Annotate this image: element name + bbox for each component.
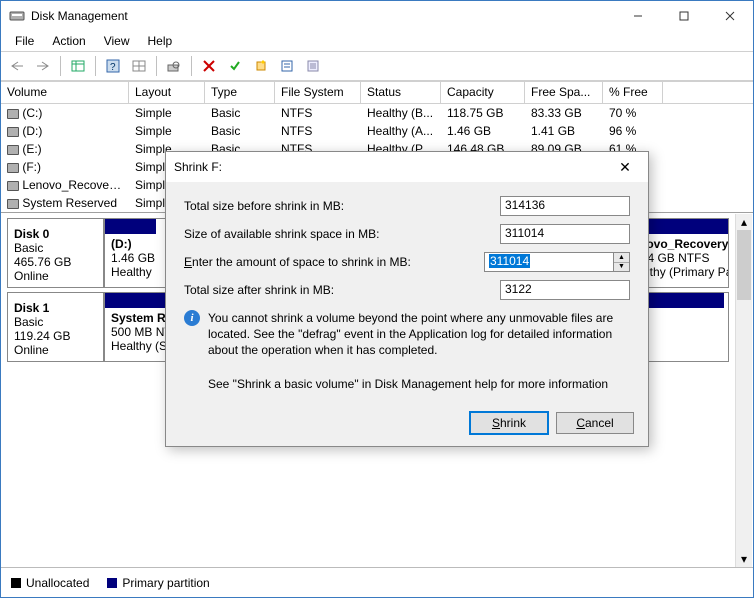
label-enter-amount: Enter the amount of space to shrink in M… [184, 255, 484, 269]
col-pct[interactable]: % Free [603, 82, 663, 103]
menu-help[interactable]: Help [140, 32, 181, 50]
scan-icon[interactable] [162, 54, 186, 78]
label-available: Size of available shrink space in MB: [184, 227, 500, 241]
col-fs[interactable]: File System [275, 82, 361, 103]
svg-text:?: ? [110, 62, 116, 73]
dialog-close-button[interactable]: ✕ [610, 159, 640, 176]
info-text: You cannot shrink a volume beyond the po… [208, 310, 630, 359]
back-button[interactable] [5, 54, 29, 78]
spinner-up-icon[interactable]: ▲ [614, 253, 629, 263]
legend-unallocated: Unallocated [11, 576, 89, 590]
scroll-up-icon[interactable]: ▴ [736, 214, 752, 230]
menu-action[interactable]: Action [44, 32, 93, 50]
dialog-title: Shrink F: [174, 160, 610, 174]
label-total-after: Total size after shrink in MB: [184, 283, 500, 297]
grid-header: Volume Layout Type File System Status Ca… [1, 82, 753, 104]
table-row[interactable]: (D:)SimpleBasicNTFSHealthy (A...1.46 GB1… [1, 122, 753, 140]
shrink-dialog: Shrink F: ✕ Total size before shrink in … [165, 151, 649, 447]
legend: Unallocated Primary partition [1, 567, 753, 597]
toolbar: ? [1, 51, 753, 81]
help-text: See "Shrink a basic volume" in Disk Mana… [208, 377, 630, 391]
scrollbar[interactable]: ▴ ▾ [735, 214, 752, 567]
list-icon[interactable] [301, 54, 325, 78]
menu-view[interactable]: View [96, 32, 138, 50]
properties-icon[interactable] [275, 54, 299, 78]
col-layout[interactable]: Layout [129, 82, 205, 103]
label-total-before: Total size before shrink in MB: [184, 199, 500, 213]
help-icon[interactable]: ? [101, 54, 125, 78]
main-window: Disk Management File Action View Help ? [0, 0, 754, 598]
new-icon[interactable] [249, 54, 273, 78]
menu-file[interactable]: File [7, 32, 42, 50]
dialog-titlebar[interactable]: Shrink F: ✕ [166, 152, 648, 182]
grid-icon[interactable] [127, 54, 151, 78]
col-free[interactable]: Free Spa... [525, 82, 603, 103]
app-icon [9, 8, 25, 24]
close-button[interactable] [707, 1, 753, 31]
spinner-down-icon[interactable]: ▼ [614, 263, 629, 272]
table-row[interactable]: (C:)SimpleBasicNTFSHealthy (B...118.75 G… [1, 104, 753, 122]
legend-primary: Primary partition [107, 576, 209, 590]
shrink-button[interactable]: Shrink [470, 412, 548, 434]
disk-label[interactable]: Disk 0Basic465.76 GBOnline [8, 219, 104, 287]
check-icon[interactable] [223, 54, 247, 78]
table-view-icon[interactable] [66, 54, 90, 78]
scroll-thumb[interactable] [737, 230, 751, 300]
info-icon: i [184, 310, 200, 326]
input-shrink-amount[interactable]: 311014 [484, 252, 614, 272]
window-title: Disk Management [31, 9, 615, 23]
value-total-before: 314136 [500, 196, 630, 216]
delete-icon[interactable] [197, 54, 221, 78]
spinner-shrink-amount[interactable]: ▲▼ [614, 252, 630, 272]
menubar: File Action View Help [1, 31, 753, 51]
col-volume[interactable]: Volume [1, 82, 129, 103]
disk-label[interactable]: Disk 1Basic119.24 GBOnline [8, 293, 104, 361]
disk-partition[interactable]: (D:)1.46 GBHealthy [104, 219, 156, 287]
titlebar[interactable]: Disk Management [1, 1, 753, 31]
value-total-after: 3122 [500, 280, 630, 300]
col-capacity[interactable]: Capacity [441, 82, 525, 103]
col-status[interactable]: Status [361, 82, 441, 103]
scroll-down-icon[interactable]: ▾ [736, 551, 752, 567]
maximize-button[interactable] [661, 1, 707, 31]
forward-button[interactable] [31, 54, 55, 78]
minimize-button[interactable] [615, 1, 661, 31]
cancel-button[interactable]: Cancel [556, 412, 634, 434]
col-type[interactable]: Type [205, 82, 275, 103]
value-available: 311014 [500, 224, 630, 244]
